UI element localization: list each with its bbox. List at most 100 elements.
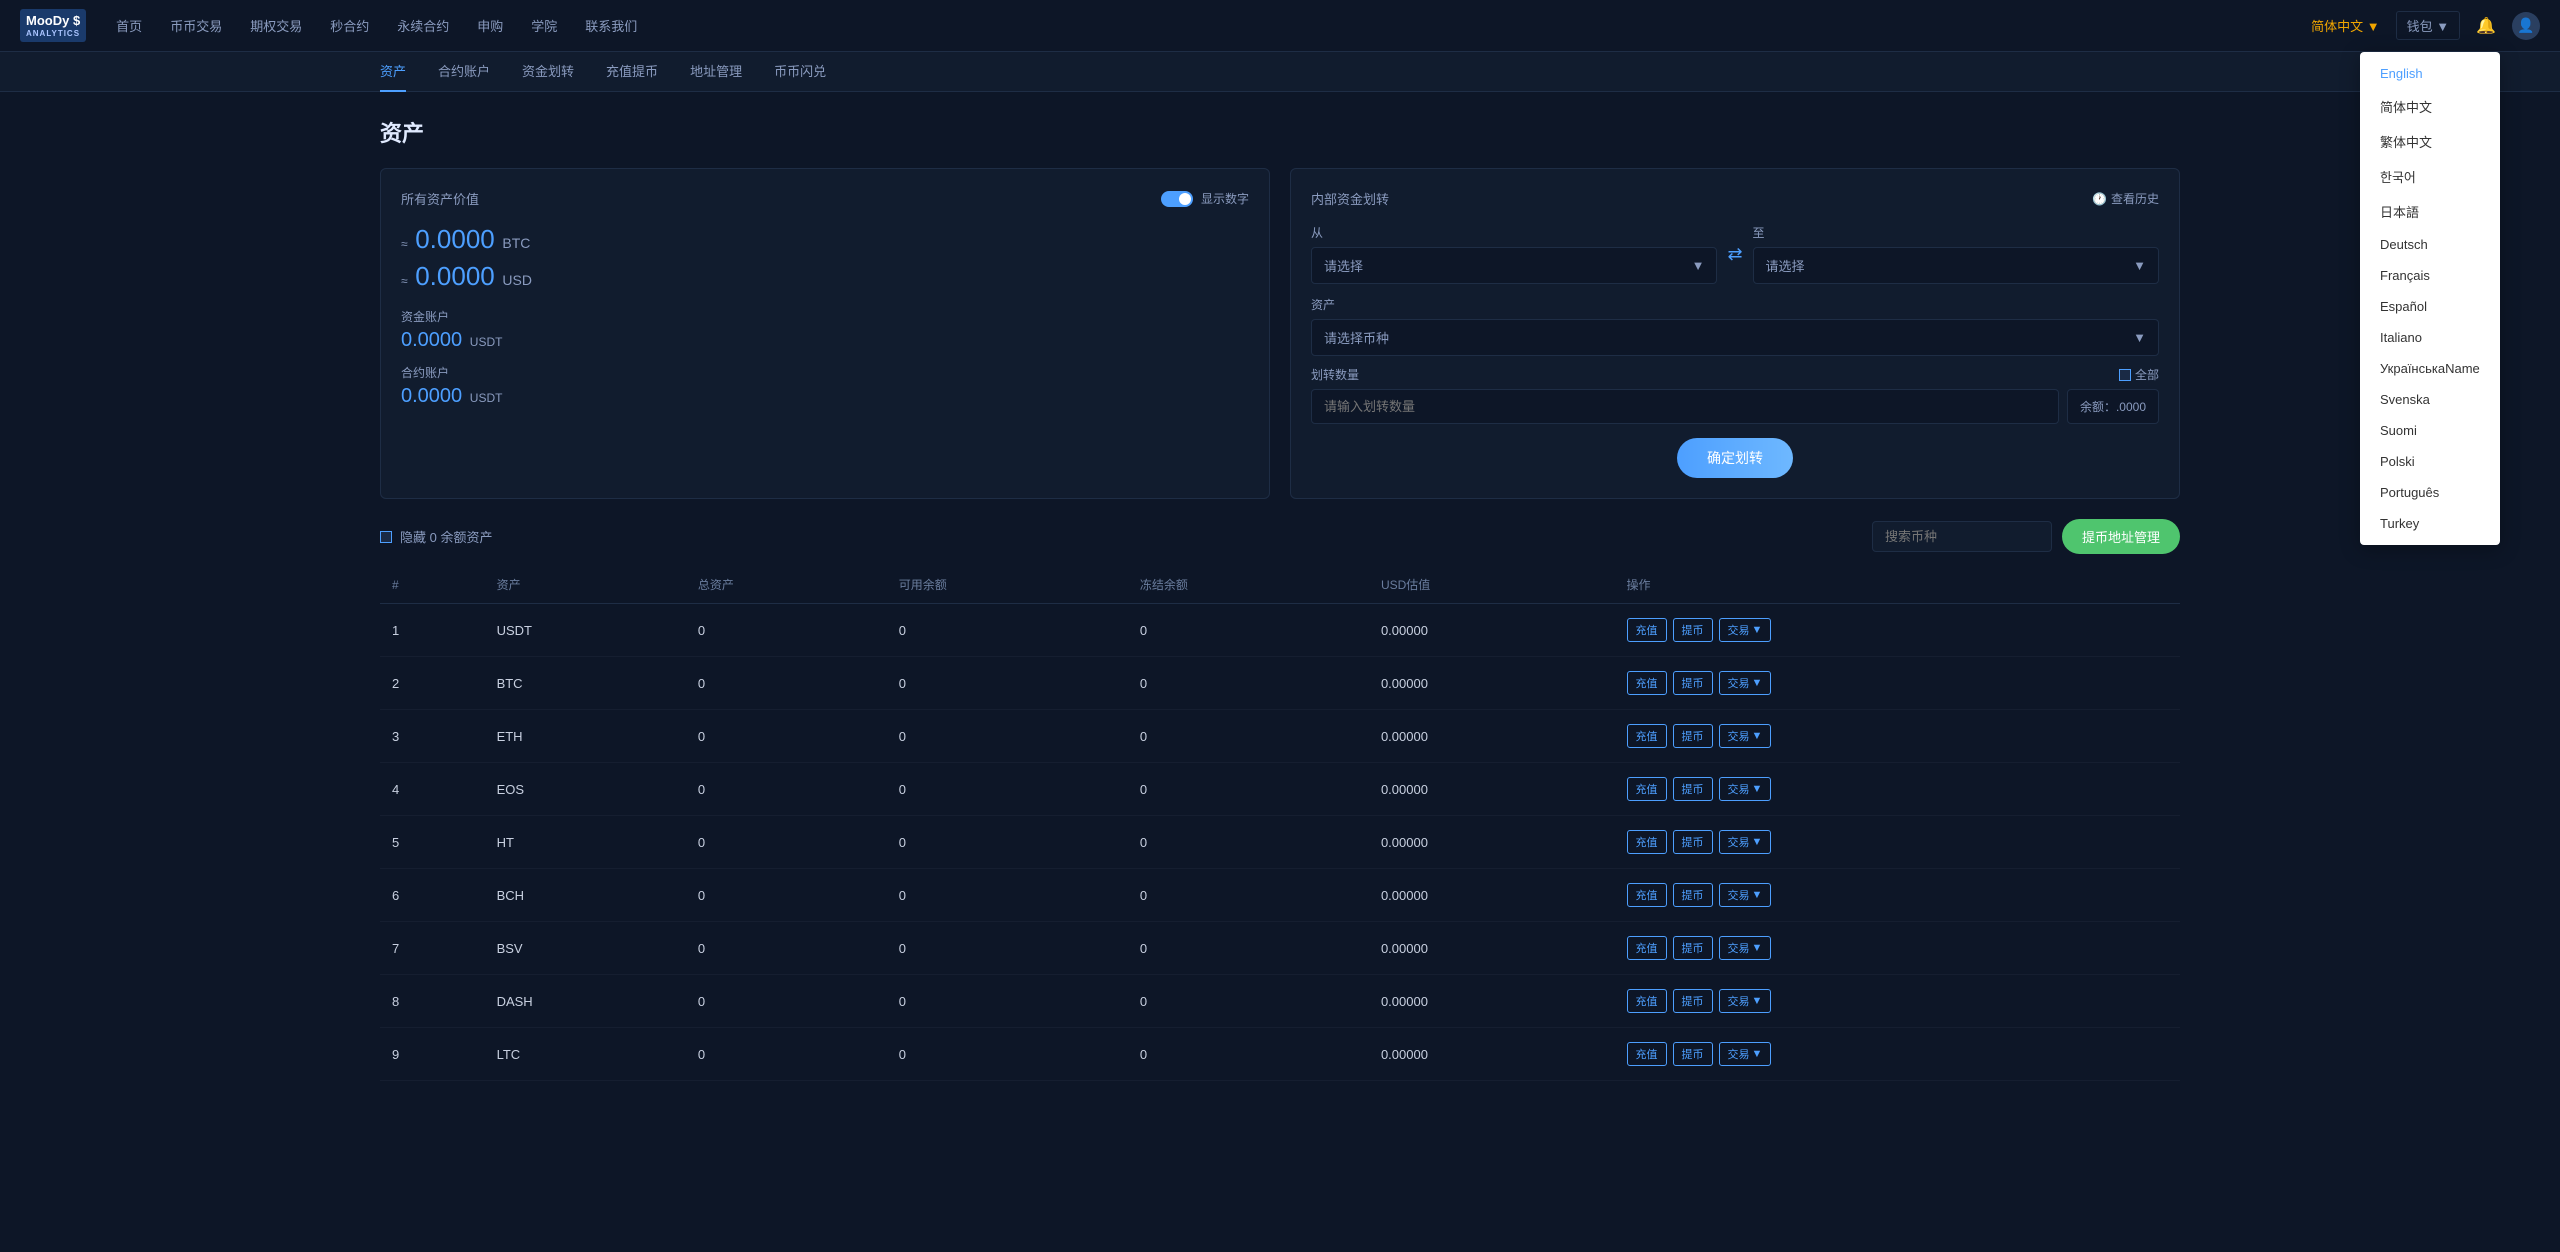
to-chevron-icon: ▼	[2133, 258, 2146, 273]
trade-button[interactable]: 交易 ▼	[1719, 830, 1772, 854]
nav-contact[interactable]: 联系我们	[585, 16, 637, 35]
table-row: 3 ETH 0 0 0 0.00000 充值 提币 交易 ▼	[380, 710, 2180, 763]
nav-second[interactable]: 秒合约	[330, 16, 369, 35]
trade-button[interactable]: 交易 ▼	[1719, 671, 1772, 695]
swap-icon[interactable]: ⇄	[1727, 244, 1742, 265]
amount-input[interactable]	[1311, 389, 2059, 424]
lang-item-suomi[interactable]: Suomi	[2360, 415, 2500, 446]
subnav-deposit-withdraw[interactable]: 充值提币	[606, 51, 658, 92]
withdraw-button[interactable]: 提币	[1673, 618, 1713, 642]
subnav-address[interactable]: 地址管理	[690, 51, 742, 92]
subnav-transfer[interactable]: 资金划转	[522, 51, 574, 92]
table-row: 9 LTC 0 0 0 0.00000 充值 提币 交易 ▼	[380, 1028, 2180, 1081]
language-button[interactable]: 简体中文 ▼	[2311, 16, 2379, 35]
cell-asset: USDT	[485, 604, 686, 657]
deposit-address-button[interactable]: 提币地址管理	[2062, 519, 2180, 554]
lang-item-日本語[interactable]: 日本語	[2360, 194, 2500, 229]
lang-item-한국어[interactable]: 한국어	[2360, 159, 2500, 194]
fund-account: 资金账户 0.0000 USDT	[401, 308, 1249, 352]
wallet-button[interactable]: 钱包 ▼	[2396, 11, 2460, 40]
confirm-transfer-button[interactable]: 确定划转	[1677, 438, 1793, 478]
cell-total: 0	[686, 869, 887, 922]
trade-button[interactable]: 交易 ▼	[1719, 936, 1772, 960]
lang-item-繁体中文[interactable]: 繁体中文	[2360, 124, 2500, 159]
usd-unit: USD	[502, 272, 532, 288]
table-row: 7 BSV 0 0 0 0.00000 充值 提币 交易 ▼	[380, 922, 2180, 975]
trade-button[interactable]: 交易 ▼	[1719, 883, 1772, 907]
nav-spot[interactable]: 币币交易	[170, 16, 222, 35]
asset-label: 资产	[1311, 296, 2159, 313]
lang-item-english[interactable]: English	[2360, 58, 2500, 89]
lang-item-français[interactable]: Français	[2360, 260, 2500, 291]
withdraw-button[interactable]: 提币	[1673, 1042, 1713, 1066]
cell-asset: LTC	[485, 1028, 686, 1081]
deposit-button[interactable]: 充值	[1627, 830, 1667, 854]
asset-select[interactable]: 请选择币种 ▼	[1311, 319, 2159, 356]
cell-actions: 充值 提币 交易 ▼	[1615, 604, 2181, 657]
bell-icon[interactable]: 🔔	[2476, 16, 2496, 36]
lang-item-українськаname[interactable]: УкраїнськаName	[2360, 353, 2500, 384]
cell-asset: DASH	[485, 975, 686, 1028]
withdraw-button[interactable]: 提币	[1673, 777, 1713, 801]
nav-academy[interactable]: 学院	[531, 16, 557, 35]
withdraw-button[interactable]: 提币	[1673, 724, 1713, 748]
withdraw-button[interactable]: 提币	[1673, 989, 1713, 1013]
search-input[interactable]	[1872, 521, 2052, 552]
deposit-button[interactable]: 充值	[1627, 936, 1667, 960]
cell-actions: 充值 提币 交易 ▼	[1615, 869, 2181, 922]
lang-item-español[interactable]: Español	[2360, 291, 2500, 322]
nav-options[interactable]: 期权交易	[250, 16, 302, 35]
lang-item-português[interactable]: Português	[2360, 477, 2500, 508]
deposit-button[interactable]: 充值	[1627, 1042, 1667, 1066]
transfer-title: 内部资金划转	[1311, 189, 1389, 208]
cell-available: 0	[887, 975, 1128, 1028]
table-section: 隐藏 0 余额资产 提币地址管理 # 资产 总资产 可用余额 冻结余额 USD估…	[380, 519, 2180, 1081]
all-checkbox[interactable]: 全部	[2119, 366, 2159, 383]
deposit-button[interactable]: 充值	[1627, 883, 1667, 907]
subnav-flash-swap[interactable]: 币币闪兑	[774, 51, 826, 92]
lang-item-turkey[interactable]: Turkey	[2360, 508, 2500, 539]
cell-usd: 0.00000	[1369, 763, 1615, 816]
avatar[interactable]: 👤	[2512, 12, 2540, 40]
lang-item-deutsch[interactable]: Deutsch	[2360, 229, 2500, 260]
withdraw-button[interactable]: 提币	[1673, 671, 1713, 695]
subnav-assets[interactable]: 资产	[380, 51, 406, 92]
trade-button[interactable]: 交易 ▼	[1719, 618, 1772, 642]
nav-ipo[interactable]: 申购	[477, 16, 503, 35]
from-select[interactable]: 请选择 ▼	[1311, 247, 1717, 284]
deposit-button[interactable]: 充值	[1627, 989, 1667, 1013]
deposit-button[interactable]: 充值	[1627, 777, 1667, 801]
subnav-contract-account[interactable]: 合约账户	[438, 51, 490, 92]
trade-button[interactable]: 交易 ▼	[1719, 989, 1772, 1013]
cell-frozen: 0	[1128, 922, 1369, 975]
contract-account-unit: USDT	[470, 391, 503, 405]
table-controls: 隐藏 0 余额资产 提币地址管理	[380, 519, 2180, 554]
deposit-button[interactable]: 充值	[1627, 618, 1667, 642]
lang-item-简体中文[interactable]: 简体中文	[2360, 89, 2500, 124]
hide-zero-checkbox[interactable]	[380, 531, 392, 543]
trade-button[interactable]: 交易 ▼	[1719, 724, 1772, 748]
withdraw-button[interactable]: 提币	[1673, 830, 1713, 854]
nav-perp[interactable]: 永续合约	[397, 16, 449, 35]
lang-item-polski[interactable]: Polski	[2360, 446, 2500, 477]
lang-item-svenska[interactable]: Svenska	[2360, 384, 2500, 415]
withdraw-button[interactable]: 提币	[1673, 936, 1713, 960]
to-select[interactable]: 请选择 ▼	[1753, 247, 2159, 284]
from-placeholder: 请选择	[1324, 256, 1363, 275]
show-numbers-toggle[interactable]	[1161, 191, 1193, 207]
history-link[interactable]: 🕐 查看历史	[2092, 190, 2159, 207]
approx2: ≈	[401, 274, 408, 288]
lang-item-italiano[interactable]: Italiano	[2360, 322, 2500, 353]
nav-home[interactable]: 首页	[116, 16, 142, 35]
trade-button[interactable]: 交易 ▼	[1719, 777, 1772, 801]
deposit-button[interactable]: 充值	[1627, 671, 1667, 695]
page-content: 资产 所有资产价值 显示数字 ≈ 0.0000 BTC ≈ 0.0000 USD	[0, 92, 2560, 1105]
deposit-button[interactable]: 充值	[1627, 724, 1667, 748]
trade-button[interactable]: 交易 ▼	[1719, 1042, 1772, 1066]
asset-value-card: 所有资产价值 显示数字 ≈ 0.0000 BTC ≈ 0.0000 USD 资金…	[380, 168, 1270, 499]
logo[interactable]: MooDy $ ANALYTICS	[20, 9, 86, 42]
withdraw-button[interactable]: 提币	[1673, 883, 1713, 907]
toggle-row: 显示数字	[1161, 190, 1249, 207]
fund-account-unit: USDT	[470, 335, 503, 349]
cards-row: 所有资产价值 显示数字 ≈ 0.0000 BTC ≈ 0.0000 USD 资金…	[380, 168, 2180, 499]
